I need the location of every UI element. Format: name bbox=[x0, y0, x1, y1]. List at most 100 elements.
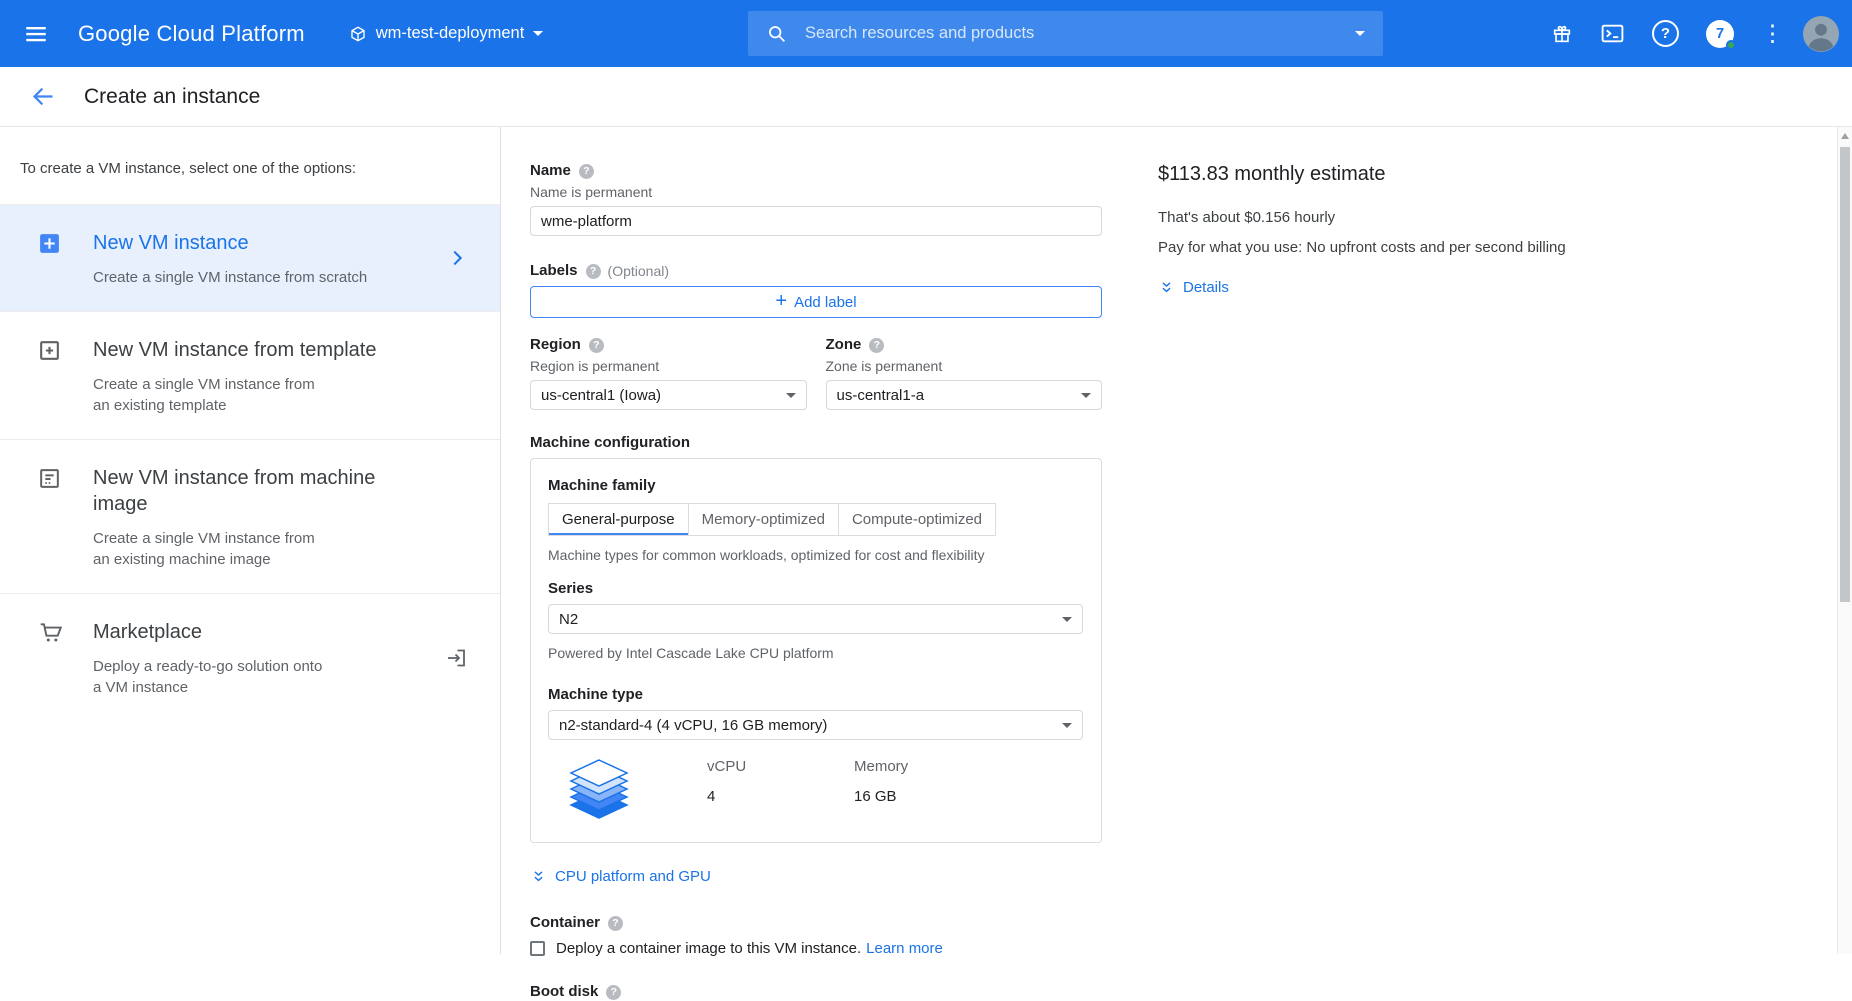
caret-down-icon bbox=[1062, 617, 1072, 622]
tab-general-purpose[interactable]: General-purpose bbox=[548, 503, 689, 536]
options-list: New VM instance Create a single VM insta… bbox=[0, 204, 500, 721]
project-icon bbox=[349, 25, 367, 43]
billing-note: Pay for what you use: No upfront costs a… bbox=[1158, 239, 1698, 256]
add-label-text: Add label bbox=[794, 294, 857, 311]
estimate-details-expander[interactable]: Details bbox=[1158, 279, 1229, 296]
details-link-text: Details bbox=[1183, 279, 1229, 296]
back-button[interactable] bbox=[28, 82, 58, 112]
scrollbar-thumb[interactable] bbox=[1840, 147, 1850, 602]
marketplace-cart-icon bbox=[37, 620, 65, 646]
container-help-icon[interactable]: ? bbox=[608, 916, 623, 931]
scrollbar[interactable] bbox=[1837, 127, 1852, 954]
region-note: Region is permanent bbox=[530, 358, 807, 374]
gift-icon bbox=[1551, 23, 1573, 45]
zone-field: Zone ? Zone is permanent us-central1-a bbox=[826, 336, 1103, 410]
monthly-estimate-title: $113.83 monthly estimate bbox=[1158, 163, 1698, 186]
add-label-button[interactable]: + Add label bbox=[530, 286, 1102, 318]
labels-optional-text: (Optional) bbox=[608, 262, 669, 280]
region-select-value: us-central1 (Iowa) bbox=[541, 387, 661, 404]
hamburger-icon bbox=[23, 21, 49, 47]
option-new-vm-instance[interactable]: New VM instance Create a single VM insta… bbox=[0, 205, 500, 312]
expand-section-icon bbox=[530, 868, 547, 885]
header-actions: ? 7 ⋮ bbox=[1551, 0, 1840, 67]
scrollbar-up-arrow-icon[interactable] bbox=[1841, 133, 1849, 139]
search-dropdown-caret-icon[interactable] bbox=[1355, 31, 1365, 36]
help-button[interactable]: ? bbox=[1652, 20, 1679, 47]
question-mark-icon: ? bbox=[1661, 25, 1670, 42]
machine-type-select-value: n2-standard-4 (4 vCPU, 16 GB memory) bbox=[559, 717, 827, 734]
option-description: Create a single VM instance from an exis… bbox=[93, 374, 438, 416]
cpu-platform-gpu-link-text: CPU platform and GPU bbox=[555, 868, 711, 885]
zone-label: Zone bbox=[826, 336, 862, 354]
instance-form: Name ? Name is permanent Labels ? (Optio… bbox=[530, 127, 1102, 1001]
machine-configuration-label: Machine configuration bbox=[530, 434, 1102, 452]
labels-label-row: Labels ? (Optional) bbox=[530, 262, 1102, 280]
series-note: Powered by Intel Cascade Lake CPU platfo… bbox=[548, 645, 1083, 661]
notification-count-badge: 7 bbox=[1716, 26, 1724, 42]
brand-logo[interactable]: Google Cloud Platform bbox=[78, 21, 305, 47]
name-help-icon[interactable]: ? bbox=[579, 164, 594, 179]
boot-disk-help-icon[interactable]: ? bbox=[606, 985, 621, 1000]
chevron-right-icon bbox=[446, 247, 468, 269]
page-header: Create an instance bbox=[0, 67, 1852, 127]
sidebar-intro-text: To create a VM instance, select one of t… bbox=[0, 127, 500, 204]
top-app-bar: Google Cloud Platform wm-test-deployment… bbox=[0, 0, 1852, 67]
tab-memory-optimized[interactable]: Memory-optimized bbox=[688, 503, 839, 536]
option-title: New VM instance from machine image bbox=[93, 465, 438, 517]
machine-family-tabs: General-purpose Memory-optimized Compute… bbox=[548, 503, 1083, 536]
container-checkbox-row: Deploy a container image to this VM inst… bbox=[530, 940, 1102, 957]
memory-value: 16 GB bbox=[854, 788, 984, 805]
cloud-shell-button[interactable] bbox=[1600, 21, 1625, 46]
search-bar[interactable] bbox=[748, 11, 1383, 56]
zone-help-icon[interactable]: ? bbox=[869, 338, 884, 353]
labels-help-icon[interactable]: ? bbox=[586, 264, 601, 279]
machine-spec-row: vCPU 4 Memory 16 GB bbox=[548, 740, 1083, 842]
more-options-button[interactable]: ⋮ bbox=[1761, 22, 1775, 45]
cpu-platform-gpu-expander[interactable]: CPU platform and GPU bbox=[530, 868, 711, 885]
vcpu-label: vCPU bbox=[707, 758, 807, 775]
create-options-sidebar: To create a VM instance, select one of t… bbox=[0, 127, 501, 954]
option-title: New VM instance bbox=[93, 230, 438, 256]
template-icon bbox=[37, 338, 62, 363]
cost-estimate-panel: $113.83 monthly estimate That's about $0… bbox=[1158, 127, 1698, 296]
machine-type-select[interactable]: n2-standard-4 (4 vCPU, 16 GB memory) bbox=[548, 710, 1083, 740]
series-select[interactable]: N2 bbox=[548, 604, 1083, 634]
memory-column: Memory 16 GB bbox=[854, 758, 984, 805]
vcpu-value: 4 bbox=[707, 788, 807, 805]
option-title: Marketplace bbox=[93, 619, 438, 645]
option-description: Deploy a ready-to-go solution onto a VM … bbox=[93, 656, 438, 698]
avatar-icon bbox=[1802, 15, 1840, 53]
open-in-new-icon bbox=[444, 646, 468, 670]
plus-icon: + bbox=[775, 291, 787, 311]
learn-more-link[interactable]: Learn more bbox=[866, 940, 943, 957]
region-field: Region ? Region is permanent us-central1… bbox=[530, 336, 807, 410]
free-trial-gift-button[interactable] bbox=[1551, 23, 1573, 45]
project-name: wm-test-deployment bbox=[376, 24, 525, 43]
name-note: Name is permanent bbox=[530, 184, 1102, 200]
search-icon bbox=[766, 23, 787, 44]
zone-note: Zone is permanent bbox=[826, 358, 1103, 374]
machine-type-label: Machine type bbox=[548, 686, 1083, 704]
avatar[interactable] bbox=[1802, 15, 1840, 53]
option-new-vm-from-machine-image[interactable]: New VM instance from machine image Creat… bbox=[0, 440, 500, 594]
option-new-vm-from-template[interactable]: New VM instance from template Create a s… bbox=[0, 312, 500, 440]
container-label-row: Container ? bbox=[530, 914, 1102, 932]
hourly-estimate-text: That's about $0.156 hourly bbox=[1158, 209, 1698, 226]
region-select[interactable]: us-central1 (Iowa) bbox=[530, 380, 807, 410]
name-label-row: Name ? bbox=[530, 162, 1102, 180]
zone-select[interactable]: us-central1-a bbox=[826, 380, 1103, 410]
machine-family-description: Machine types for common workloads, opti… bbox=[548, 547, 1083, 563]
notifications-button[interactable]: 7 bbox=[1706, 20, 1734, 48]
region-help-icon[interactable]: ? bbox=[589, 338, 604, 353]
back-arrow-icon bbox=[30, 83, 57, 110]
series-select-value: N2 bbox=[559, 611, 578, 628]
option-description: Create a single VM instance from scratch bbox=[93, 267, 438, 288]
add-box-icon bbox=[37, 231, 62, 256]
search-input[interactable] bbox=[803, 23, 1355, 44]
instance-name-input[interactable] bbox=[530, 206, 1102, 236]
tab-compute-optimized[interactable]: Compute-optimized bbox=[838, 503, 996, 536]
hamburger-menu-button[interactable] bbox=[22, 20, 50, 48]
option-marketplace[interactable]: Marketplace Deploy a ready-to-go solutio… bbox=[0, 594, 500, 721]
project-picker[interactable]: wm-test-deployment bbox=[349, 24, 544, 43]
boot-disk-label-row: Boot disk ? bbox=[530, 983, 1102, 1001]
